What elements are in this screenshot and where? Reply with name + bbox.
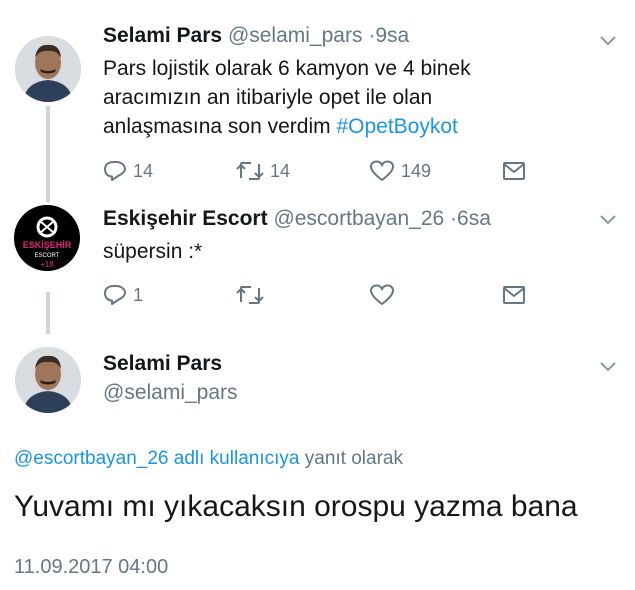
retweet-icon xyxy=(236,162,264,180)
user-handle[interactable]: @selami_pars xyxy=(103,381,238,405)
tweet-text: süpersin :* xyxy=(103,240,203,263)
tweet-text-line: aracımızın an itibariyle opet ile olan xyxy=(103,86,433,109)
avatar-badge: +18 xyxy=(40,260,54,269)
chevron-down-icon[interactable] xyxy=(598,213,618,227)
reply-to-link[interactable]: @escortbayan_26 adlı kullanıcıya xyxy=(14,448,299,469)
reply-context: @escortbayan_26 adlı kullanıcıya yanıt o… xyxy=(14,448,403,470)
tweet-header: Selami Pars @selami_pars ·9sa xyxy=(103,24,409,48)
reply-count: 14 xyxy=(133,160,154,181)
reply-button[interactable]: 14 xyxy=(103,160,236,182)
action-bar: 1 xyxy=(103,283,526,307)
avatar[interactable] xyxy=(15,36,81,102)
envelope-icon xyxy=(503,286,525,304)
separator: · xyxy=(450,207,458,230)
chevron-down-icon[interactable] xyxy=(598,34,618,48)
envelope-icon xyxy=(503,162,525,180)
tweet-time[interactable]: 9sa xyxy=(375,24,409,47)
chevron-down-icon[interactable] xyxy=(598,360,618,374)
direct-message-button[interactable] xyxy=(502,161,526,181)
like-count: 149 xyxy=(401,160,432,181)
tweet-text: Pars lojistik olarak 6 kamyon ve 4 binek… xyxy=(103,54,471,141)
reply-icon xyxy=(104,285,126,305)
reply-suffix: yanıt olarak xyxy=(299,448,403,469)
reply-count: 1 xyxy=(133,284,144,305)
user-handle[interactable]: @selami_pars xyxy=(228,24,363,47)
reply-button[interactable]: 1 xyxy=(103,284,236,306)
display-name[interactable]: Selami Pars xyxy=(103,352,222,376)
tweet-text-line: anlaşmasına son verdim xyxy=(103,115,337,138)
tweet-2[interactable]: ESKİŞEHİR ESCORT +18 Eskişehir Escort @e… xyxy=(0,200,635,330)
reply-icon xyxy=(104,161,126,181)
heart-icon xyxy=(369,284,395,306)
display-name[interactable]: Eskişehir Escort xyxy=(103,207,268,230)
like-button[interactable]: 149 xyxy=(369,160,502,182)
direct-message-button[interactable] xyxy=(502,285,526,305)
heart-icon xyxy=(369,160,395,182)
tweet-1[interactable]: Selami Pars @selami_pars ·9sa Pars lojis… xyxy=(0,0,635,200)
retweet-icon xyxy=(236,286,264,304)
retweet-button[interactable]: 14 xyxy=(236,160,369,182)
retweet-count: 14 xyxy=(270,160,291,181)
display-name[interactable]: Selami Pars xyxy=(103,24,222,47)
action-bar: 14 14 149 xyxy=(103,159,526,183)
like-button[interactable] xyxy=(369,284,502,306)
tweet-time[interactable]: 6sa xyxy=(457,207,491,230)
tweet-timestamp[interactable]: 11.09.2017 04:00 xyxy=(14,556,168,579)
user-handle[interactable]: @escortbayan_26 xyxy=(273,207,444,230)
avatar-title: ESKİŞEHİR xyxy=(23,240,72,250)
hashtag-link[interactable]: #OpetBoykot xyxy=(336,115,457,138)
tweet-text-line: Pars lojistik olarak 6 kamyon ve 4 binek xyxy=(103,57,471,80)
avatar[interactable] xyxy=(15,347,81,413)
tweet-header: Eskişehir Escort @escortbayan_26 ·6sa xyxy=(103,207,491,231)
retweet-button[interactable] xyxy=(236,284,369,306)
avatar-subtitle: ESCORT xyxy=(35,253,60,259)
avatar[interactable]: ESKİŞEHİR ESCORT +18 xyxy=(14,205,80,271)
main-tweet-text: Yuvamı mı yıkacaksın orospu yazma bana xyxy=(14,490,578,523)
